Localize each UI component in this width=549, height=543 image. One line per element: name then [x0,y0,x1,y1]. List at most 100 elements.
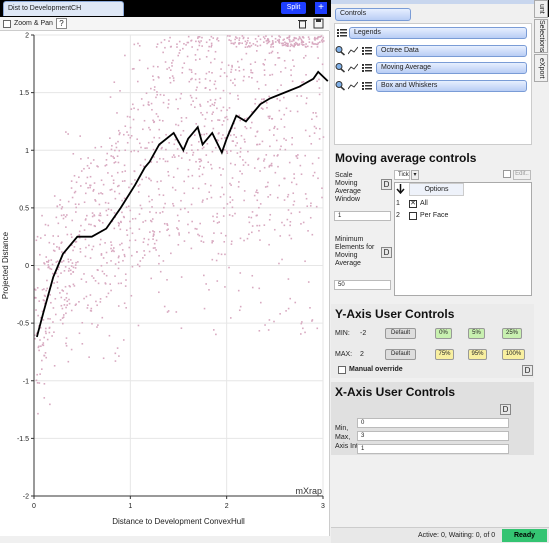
edit-checkbox[interactable] [503,170,511,178]
scatter-point [312,174,315,177]
scatter-point [52,321,54,323]
scatter-point [148,126,150,129]
scatter-point [248,216,250,219]
chart-line-icon[interactable] [347,62,359,73]
scatter-point [56,287,59,289]
scatter-point [289,110,292,112]
scatter-point [190,144,193,146]
scatter-point [105,274,108,277]
y-max-75-button[interactable]: 75% [435,349,454,360]
scatter-point [204,78,207,80]
list-icon[interactable] [362,80,372,91]
scatter-point [48,327,51,329]
scatter-point [153,89,156,91]
scatter-point [237,60,239,63]
y-min-0-button[interactable]: 0% [435,328,452,339]
trash-icon[interactable] [297,18,308,29]
y-axis-d-button[interactable]: D [522,365,533,376]
tab-export[interactable]: eXport [534,54,548,82]
x-interval-input[interactable]: 1 [357,444,509,454]
document-tab[interactable]: Dist to DevelopmentCH [3,1,124,16]
scatter-point [266,106,268,109]
octree-data-button[interactable]: Octree Data [376,45,527,57]
scatter-point [99,301,102,303]
scatter-point [153,242,156,245]
manual-override-checkbox[interactable] [338,366,346,374]
manual-override-label: Manual override [349,366,403,373]
scatter-point [43,336,46,339]
y-max-default-button[interactable]: Default [385,349,416,360]
scatter-point [279,148,282,151]
x-max-input[interactable]: 3 [357,431,509,441]
chart-line-icon[interactable] [347,80,359,91]
magnify-icon[interactable] [335,80,345,91]
scatter-point [256,189,258,192]
scatter-point [112,155,114,158]
y-max-100-button[interactable]: 100% [502,349,525,360]
chevron-down-icon[interactable]: ▾ [411,170,419,180]
y-max-95-button[interactable]: 95% [468,349,487,360]
scatter-chart[interactable]: 0 1 2 3 2 1.5 1 0.5 0 -0.5 -1 -1.5 -2 Distance to Dev… [0,31,330,536]
tab-chart[interactable]: unt [534,0,548,18]
scatter-point [66,292,68,295]
scatter-point [234,144,237,147]
y-min-25-button[interactable]: 25% [502,328,522,339]
zoom-pan-checkbox[interactable] [3,20,11,28]
scatter-point [37,412,39,415]
split-button[interactable]: Split [281,2,306,14]
scatter-point [159,157,161,160]
scale-window-input[interactable]: 1 [334,211,391,221]
scatter-point [45,256,48,258]
y-min-default-button[interactable]: Default [385,328,416,339]
list-icon[interactable] [337,27,347,38]
y-min-5-button[interactable]: 5% [468,328,485,339]
scatter-point [286,36,289,39]
add-tab-button[interactable]: + [315,2,327,14]
legends-button[interactable]: Legends [349,27,527,39]
scatter-point [209,79,211,82]
sort-down-icon[interactable] [396,184,405,195]
scatter-point [174,138,177,141]
scale-d-button[interactable]: D [381,179,392,190]
chart-line-icon[interactable] [347,45,359,56]
scatter-point [286,42,289,45]
scatter-point [314,43,317,45]
box-whiskers-button[interactable]: Box and Whiskers [376,80,527,92]
x-min-input[interactable]: 0 [357,418,509,428]
edit-button[interactable]: Edit.. [513,170,531,180]
min-elements-d-button[interactable]: D [381,247,392,258]
scatter-point [251,71,254,74]
magnify-icon[interactable] [335,62,345,73]
scatter-point [198,36,201,38]
scatter-point [198,160,201,163]
scatter-point [129,209,132,212]
list-icon[interactable] [362,62,372,73]
scatter-point [220,137,223,140]
magnify-icon[interactable] [335,45,345,56]
controls-button[interactable]: Controls [335,8,411,21]
help-button[interactable]: ? [56,18,67,29]
tick-dropdown[interactable]: Tick [394,170,410,180]
scatter-point [230,240,233,243]
scatter-point [171,75,174,77]
scatter-point [113,81,116,83]
list-icon[interactable] [362,45,372,56]
scatter-point [176,148,179,150]
option-per-face-checkbox[interactable] [409,212,417,220]
min-elements-input[interactable]: 50 [334,280,391,290]
scatter-point [99,214,102,217]
scatter-point [100,145,103,148]
save-icon[interactable] [313,18,324,29]
option-all-checkbox[interactable]: ✕ [409,200,417,208]
scatter-point [99,212,102,215]
chart-area[interactable]: 0 1 2 3 2 1.5 1 0.5 0 -0.5 -1 -1.5 -2 Distance to Dev… [0,31,330,536]
scatter-point [93,182,96,184]
x-axis-d-button[interactable]: D [500,404,511,415]
scatter-point [263,69,266,72]
scatter-point [271,35,273,38]
scatter-point [211,258,214,261]
scatter-point [234,38,236,41]
moving-average-button[interactable]: Moving Average [376,62,527,74]
scatter-point [94,280,97,282]
tab-selections[interactable]: Selections [534,19,548,53]
